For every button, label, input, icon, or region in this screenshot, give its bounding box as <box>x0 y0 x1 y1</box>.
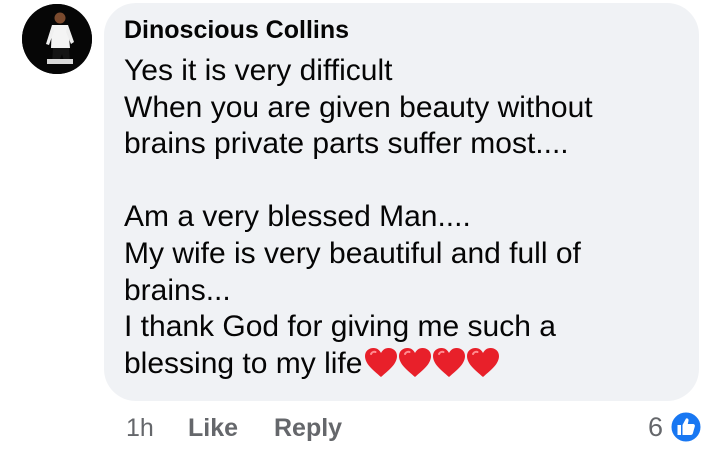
comment-line-text: blessing to my life <box>124 346 363 380</box>
comment-line: I thank God for giving me such a <box>124 310 556 344</box>
author-name[interactable]: Dinoscious Collins <box>124 16 349 45</box>
heart-icon <box>467 347 500 377</box>
heart-emojis <box>363 346 500 389</box>
comment-line: My wife is very beautiful and full of <box>124 236 581 270</box>
comment-line: brains... <box>124 273 231 307</box>
profile-photo <box>22 4 92 74</box>
like-button[interactable]: Like <box>188 414 238 443</box>
comment-last-line: blessing to my life <box>124 346 684 383</box>
comment-screenshot: Dinoscious Collins Yes it is very diffic… <box>0 0 720 457</box>
comment-line: When you are given beauty without <box>124 90 593 124</box>
heart-icon <box>399 347 432 377</box>
comment-blank-line <box>124 163 684 200</box>
timestamp[interactable]: 1h <box>126 414 154 443</box>
reply-button[interactable]: Reply <box>274 414 342 443</box>
avatar[interactable] <box>22 4 92 74</box>
comment-line: brains private parts suffer most.... <box>124 127 569 161</box>
comment-line: Am a very blessed Man.... <box>124 200 471 234</box>
heart-icon <box>433 347 466 377</box>
heart-icon <box>365 347 398 377</box>
comment-bubble: Dinoscious Collins Yes it is very diffic… <box>104 3 699 401</box>
thumbs-up-icon <box>669 410 703 444</box>
comment-text: Yes it is very difficult When you are gi… <box>124 53 684 382</box>
reaction-count: 6 <box>648 412 664 442</box>
comment-line: Yes it is very difficult <box>124 54 393 87</box>
